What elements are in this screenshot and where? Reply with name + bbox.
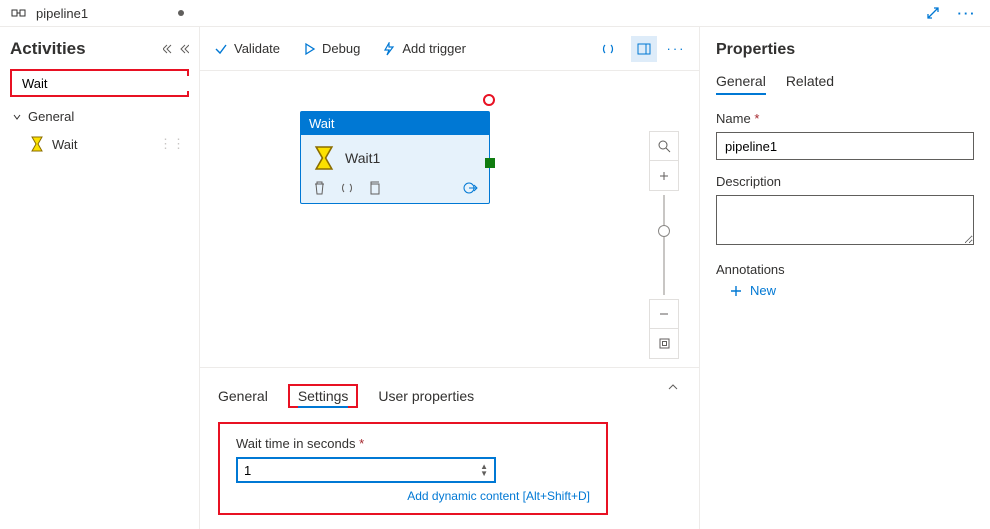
node-type-label: Wait bbox=[301, 112, 489, 135]
validate-button[interactable]: Validate bbox=[214, 41, 280, 56]
plus-icon bbox=[730, 285, 742, 297]
check-icon bbox=[214, 42, 228, 56]
pipeline-description-input[interactable] bbox=[716, 195, 974, 245]
zoom-controls bbox=[649, 131, 679, 359]
props-tab-general[interactable]: General bbox=[716, 73, 766, 95]
add-annotation-label: New bbox=[750, 283, 776, 298]
tab-user-properties[interactable]: User properties bbox=[378, 384, 474, 408]
add-trigger-label: Add trigger bbox=[402, 41, 466, 56]
expand-icon[interactable] bbox=[924, 4, 942, 22]
pipeline-icon bbox=[10, 7, 30, 19]
collapse-activities-icon[interactable] bbox=[163, 43, 175, 55]
activities-heading: Activities bbox=[10, 39, 86, 59]
description-label: Description bbox=[716, 174, 974, 189]
pipeline-toolbar: Validate Debug Add trigger ··· bbox=[200, 27, 699, 71]
node-output-icon[interactable] bbox=[463, 181, 479, 195]
trigger-icon bbox=[382, 42, 396, 56]
pipeline-canvas[interactable]: Wait Wait1 bbox=[200, 71, 699, 367]
hourglass-icon bbox=[313, 145, 335, 171]
props-tab-related[interactable]: Related bbox=[786, 73, 834, 95]
code-icon[interactable] bbox=[340, 182, 354, 194]
drag-grip-icon: ⋮⋮ bbox=[159, 136, 185, 152]
activity-group-label: General bbox=[28, 109, 74, 124]
toolbar-more-icon[interactable]: ··· bbox=[667, 40, 685, 58]
hourglass-icon bbox=[30, 136, 44, 152]
top-tab-bar: pipeline1 ··· bbox=[0, 0, 990, 27]
properties-panel: Properties General Related Name * Descri… bbox=[700, 27, 990, 529]
activity-group-general[interactable]: General bbox=[12, 109, 189, 124]
pipeline-tab-title[interactable]: pipeline1 bbox=[36, 6, 88, 21]
hide-panel-icon[interactable] bbox=[179, 43, 189, 55]
collapse-panel-icon[interactable] bbox=[667, 382, 679, 392]
activities-search[interactable] bbox=[10, 69, 189, 97]
chevron-down-icon bbox=[12, 112, 22, 122]
validate-label: Validate bbox=[234, 41, 280, 56]
code-view-button[interactable] bbox=[595, 36, 621, 62]
zoom-search-button[interactable] bbox=[649, 131, 679, 161]
unsaved-indicator bbox=[178, 10, 184, 16]
name-label: Name * bbox=[716, 111, 974, 126]
zoom-in-button[interactable] bbox=[649, 161, 679, 191]
tab-general[interactable]: General bbox=[218, 384, 268, 408]
wait-time-input-wrapper[interactable]: ▲▼ bbox=[236, 457, 496, 483]
wait-activity-node[interactable]: Wait Wait1 bbox=[300, 111, 490, 204]
properties-toggle-button[interactable] bbox=[631, 36, 657, 62]
copy-icon[interactable] bbox=[368, 181, 381, 195]
zoom-fit-button[interactable] bbox=[649, 329, 679, 359]
tab-settings[interactable]: Settings bbox=[288, 384, 359, 408]
play-icon bbox=[302, 42, 316, 56]
pipeline-name-input[interactable] bbox=[716, 132, 974, 160]
activity-settings-panel: General Settings User properties Wait ti… bbox=[200, 367, 699, 529]
activities-sidebar: Activities General Wait ⋮⋮ bbox=[0, 27, 200, 529]
zoom-out-button[interactable] bbox=[649, 299, 679, 329]
activity-item-wait[interactable]: Wait ⋮⋮ bbox=[10, 130, 189, 158]
wait-time-label: Wait time in seconds * bbox=[236, 436, 590, 451]
zoom-slider[interactable] bbox=[663, 195, 665, 295]
node-error-indicator bbox=[483, 94, 495, 106]
debug-label: Debug bbox=[322, 41, 360, 56]
activities-search-input[interactable] bbox=[18, 76, 198, 91]
add-annotation-button[interactable]: New bbox=[730, 283, 974, 298]
debug-button[interactable]: Debug bbox=[302, 41, 360, 56]
zoom-thumb[interactable] bbox=[658, 225, 670, 237]
node-success-port[interactable] bbox=[485, 158, 495, 168]
annotations-label: Annotations bbox=[716, 262, 974, 277]
add-trigger-button[interactable]: Add trigger bbox=[382, 41, 466, 56]
wait-time-input[interactable] bbox=[244, 463, 480, 478]
more-icon[interactable]: ··· bbox=[958, 4, 976, 22]
properties-heading: Properties bbox=[716, 41, 974, 59]
add-dynamic-content-link[interactable]: Add dynamic content [Alt+Shift+D] bbox=[236, 489, 590, 503]
activity-item-label: Wait bbox=[52, 137, 78, 152]
node-name: Wait1 bbox=[345, 150, 380, 166]
delete-icon[interactable] bbox=[313, 181, 326, 195]
number-spinner[interactable]: ▲▼ bbox=[480, 463, 488, 477]
